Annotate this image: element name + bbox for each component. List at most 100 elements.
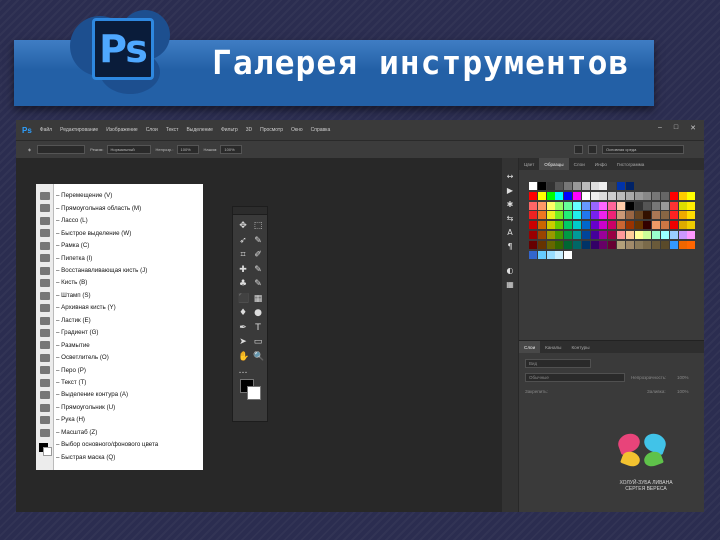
color-swatch[interactable] (678, 240, 687, 249)
color-swatch[interactable] (625, 191, 634, 200)
color-swatch[interactable] (555, 250, 564, 259)
color-swatch[interactable] (643, 211, 652, 220)
color-swatch[interactable] (590, 191, 599, 200)
color-swatch[interactable] (590, 240, 599, 249)
tool-icon[interactable]: ⬚ (253, 221, 263, 231)
menu-layers[interactable]: Слои (146, 127, 158, 133)
color-swatch[interactable] (564, 231, 573, 239)
tool-icon[interactable]: ♣ (238, 279, 248, 289)
dock-icon[interactable]: ◐ (505, 266, 515, 276)
tool-icon[interactable]: ✋ (238, 352, 249, 362)
color-swatch[interactable] (617, 191, 625, 200)
tab-layers[interactable]: Слои (519, 341, 541, 353)
blend-mode-select[interactable]: Обычные (525, 373, 625, 382)
color-swatch[interactable] (687, 231, 696, 239)
color-swatch[interactable] (546, 182, 555, 190)
color-swatch[interactable] (661, 240, 669, 249)
color-swatch[interactable] (625, 211, 634, 220)
color-swatch[interactable] (617, 221, 625, 230)
color-swatch[interactable] (529, 231, 537, 239)
color-swatch[interactable] (669, 240, 678, 249)
color-swatch[interactable] (599, 221, 608, 230)
tool-preset-icon[interactable]: ◈ (28, 147, 31, 152)
tab-color[interactable]: Цвет (519, 158, 539, 170)
color-swatch[interactable] (573, 211, 581, 220)
color-swatch[interactable] (661, 191, 669, 200)
color-swatch[interactable] (555, 221, 564, 230)
color-swatch[interactable] (608, 231, 617, 239)
color-swatch[interactable] (564, 211, 573, 220)
color-swatch[interactable] (581, 211, 590, 220)
color-swatch[interactable] (590, 221, 599, 230)
color-swatch[interactable] (546, 240, 555, 249)
color-swatch[interactable] (555, 191, 564, 200)
dock-icon[interactable]: A (505, 228, 515, 238)
layer-kind-filter[interactable]: Вид (525, 359, 591, 368)
color-swatch[interactable] (590, 201, 599, 210)
color-swatch[interactable] (529, 182, 537, 190)
pressure-toggle[interactable] (588, 145, 597, 154)
dock-icon[interactable]: ▦ (505, 280, 515, 290)
color-swatch[interactable] (581, 231, 590, 239)
color-swatch[interactable] (625, 231, 634, 239)
dock-icon[interactable]: ¶ (505, 242, 515, 252)
color-swatch[interactable] (599, 201, 608, 210)
color-swatch[interactable] (599, 191, 608, 200)
color-swatch[interactable] (661, 211, 669, 220)
color-swatch[interactable] (687, 221, 696, 230)
mode-select[interactable]: Нормальный (106, 145, 151, 154)
tool-icon[interactable]: ▦ (253, 294, 263, 304)
color-swatch[interactable] (564, 250, 573, 259)
color-swatch[interactable] (669, 201, 678, 210)
color-swatch[interactable] (537, 201, 546, 210)
tool-icon[interactable]: … (238, 366, 248, 376)
tool-icon[interactable]: ✎ (253, 265, 263, 275)
color-swatch[interactable] (669, 191, 678, 200)
tab-swatches[interactable]: Образцы (539, 158, 569, 170)
color-swatch[interactable] (546, 231, 555, 239)
tab-channels[interactable]: Каналы (540, 341, 566, 353)
color-swatch[interactable] (581, 201, 590, 210)
tools-panel-header[interactable] (233, 207, 267, 215)
tool-icon[interactable]: ✎ (253, 279, 263, 289)
color-swatch[interactable] (608, 182, 617, 190)
color-swatch[interactable] (608, 201, 617, 210)
color-swatch[interactable] (581, 240, 590, 249)
color-swatch[interactable] (625, 182, 634, 190)
color-swatch[interactable] (590, 182, 599, 190)
color-swatch[interactable] (555, 211, 564, 220)
color-swatch[interactable] (652, 191, 661, 200)
color-swatch[interactable] (678, 201, 687, 210)
menu-type[interactable]: Текст (166, 127, 179, 133)
layer-opacity-value[interactable]: 100% (677, 375, 689, 380)
color-swatch[interactable] (573, 182, 581, 190)
tab-info[interactable]: Инфо (590, 158, 612, 170)
tool-icon[interactable]: ✎ (253, 236, 263, 246)
color-swatch[interactable] (555, 240, 564, 249)
menu-view[interactable]: Просмотр (260, 127, 283, 133)
color-swatch[interactable] (573, 231, 581, 239)
maximize-icon[interactable]: □ (674, 124, 678, 132)
color-swatch[interactable] (652, 201, 661, 210)
color-swatch[interactable] (555, 201, 564, 210)
color-swatch[interactable] (608, 211, 617, 220)
color-swatch[interactable] (652, 221, 661, 230)
airbrush-toggle[interactable] (574, 145, 583, 154)
dock-icon[interactable]: ↔ (505, 172, 515, 182)
menu-edit[interactable]: Редактирование (60, 127, 98, 133)
color-swatch[interactable] (617, 231, 625, 239)
color-swatch[interactable] (634, 191, 643, 200)
color-swatch[interactable] (599, 182, 608, 190)
dock-icon[interactable]: ✱ (505, 200, 515, 210)
close-icon[interactable]: ✕ (690, 124, 696, 132)
color-swatch[interactable] (669, 231, 678, 239)
color-swatch[interactable] (564, 221, 573, 230)
color-swatch[interactable] (634, 221, 643, 230)
color-swatch[interactable] (537, 221, 546, 230)
color-swatch[interactable] (555, 182, 564, 190)
menu-image[interactable]: Изображение (106, 127, 138, 133)
tool-icon[interactable]: ➤ (238, 337, 248, 347)
color-swatch[interactable] (537, 231, 546, 239)
menu-3d[interactable]: 3D (246, 127, 252, 133)
color-swatch[interactable] (537, 211, 546, 220)
